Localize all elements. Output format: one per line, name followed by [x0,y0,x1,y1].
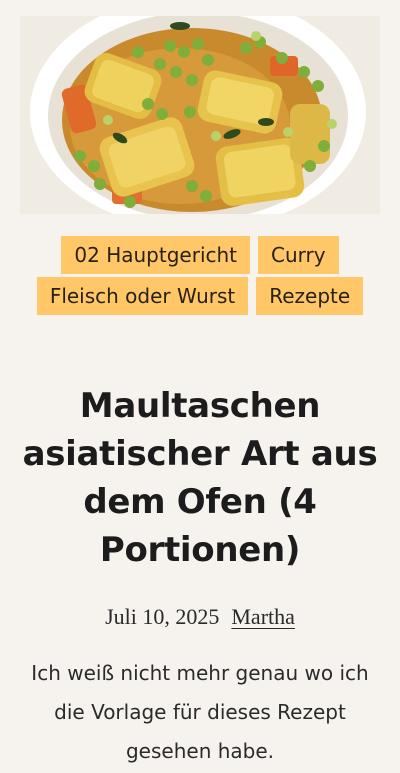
category-tags: 02 Hauptgericht Curry Fleisch oder Wurst… [24,236,376,315]
tag-rezepte[interactable]: Rezepte [256,277,364,315]
post-author-link[interactable]: Martha [231,604,295,629]
tag-curry[interactable]: Curry [258,236,339,274]
post-date: Juli 10, 2025 [105,604,220,629]
post-meta: Juli 10, 2025 Martha [20,602,380,632]
post-excerpt: Ich weiß nicht mehr genau wo ich die Vor… [31,661,369,763]
tag-fleisch-oder-wurst[interactable]: Fleisch oder Wurst [36,277,249,315]
post-title[interactable]: Maultaschen asiatischer Art aus dem Ofen… [20,382,380,574]
featured-image[interactable] [20,16,380,214]
food-photo [20,16,380,214]
tag-hauptgericht[interactable]: 02 Hauptgericht [61,236,251,274]
